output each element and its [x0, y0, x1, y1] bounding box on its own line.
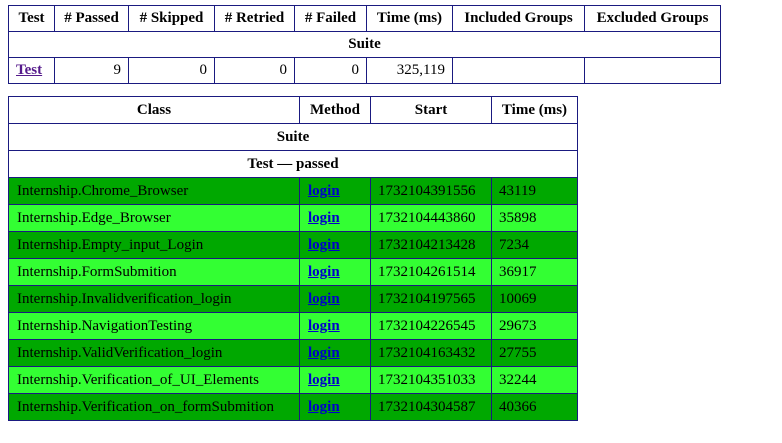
methods-suite-label: Suite — [8, 123, 578, 151]
method-link[interactable]: login — [308, 399, 340, 415]
start-cell: 1732104304587 — [370, 393, 492, 421]
start-cell: 1732104213428 — [370, 231, 492, 259]
time-cell: 36917 — [491, 258, 578, 286]
header-method: Method — [299, 96, 371, 124]
skipped-count: 0 — [128, 57, 215, 84]
method-link[interactable]: login — [308, 237, 340, 253]
start-cell: 1732104163432 — [370, 339, 492, 367]
method-cell: login — [299, 366, 371, 394]
method-cell: login — [299, 339, 371, 367]
method-cell: login — [299, 258, 371, 286]
header-skipped: # Skipped — [128, 5, 215, 32]
time-cell: 7234 — [491, 231, 578, 259]
method-link[interactable]: login — [308, 291, 340, 307]
time-cell: 10069 — [491, 285, 578, 313]
table-row: Internship.Chrome_Browser login 1732104391… — [8, 177, 578, 205]
method-link[interactable]: login — [308, 183, 340, 199]
class-cell: Internship.Edge_Browser — [8, 204, 300, 232]
methods-test-row: Test — passed — [8, 150, 578, 178]
header-excluded-groups: Excluded Groups — [584, 5, 721, 32]
header-class: Class — [8, 96, 300, 124]
methods-suite-row: Suite — [8, 123, 578, 151]
method-cell: login — [299, 393, 371, 421]
header-time: Time (ms) — [366, 5, 453, 32]
method-cell: login — [299, 285, 371, 313]
retried-count: 0 — [214, 57, 295, 84]
class-cell: Internship.Invalidverification_login — [8, 285, 300, 313]
table-row: Internship.Verification_of_UI_Elements lo… — [8, 366, 578, 394]
summary-data-row: Test 9 0 0 0 325,119 — [8, 57, 721, 84]
method-link[interactable]: login — [308, 318, 340, 334]
method-cell: login — [299, 231, 371, 259]
class-cell: Internship.NavigationTesting — [8, 312, 300, 340]
time-cell: 29673 — [491, 312, 578, 340]
class-cell: Internship.ValidVerification_login — [8, 339, 300, 367]
header-method-time: Time (ms) — [491, 96, 578, 124]
method-cell: login — [299, 177, 371, 205]
time-cell: 43119 — [491, 177, 578, 205]
time-cell: 40366 — [491, 393, 578, 421]
start-cell: 1732104351033 — [370, 366, 492, 394]
test-link[interactable]: Test — [16, 62, 42, 78]
header-included-groups: Included Groups — [452, 5, 585, 32]
method-cell: login — [299, 312, 371, 340]
class-cell: Internship.Chrome_Browser — [8, 177, 300, 205]
header-start: Start — [370, 96, 492, 124]
method-link[interactable]: login — [308, 345, 340, 361]
total-time: 325,119 — [366, 57, 453, 84]
time-cell: 27755 — [491, 339, 578, 367]
time-cell: 35898 — [491, 204, 578, 232]
header-test: Test — [8, 5, 55, 32]
method-cell: login — [299, 204, 371, 232]
time-cell: 32244 — [491, 366, 578, 394]
table-row: Internship.Edge_Browser login 173210444386… — [8, 204, 578, 232]
table-row: Internship.Empty_input_Login login 1732104… — [8, 231, 578, 259]
start-cell: 1732104443860 — [370, 204, 492, 232]
summary-header-row: Test # Passed # Skipped # Retried # Fail… — [8, 5, 721, 32]
table-row: Internship.NavigationTesting login 1732104… — [8, 312, 578, 340]
class-cell: Internship.Verification_on_formSubmition — [8, 393, 300, 421]
methods-header-row: Class Method Start Time (ms) — [8, 96, 578, 124]
suite-label: Suite — [8, 31, 721, 58]
table-row: Internship.Invalidverification_login logi… — [8, 285, 578, 313]
method-link[interactable]: login — [308, 264, 340, 280]
method-link[interactable]: login — [308, 210, 340, 226]
summary-table: Test # Passed # Skipped # Retried # Fail… — [8, 5, 721, 84]
table-row: Internship.Verification_on_formSubmition… — [8, 393, 578, 421]
table-row: Internship.FormSubmition login 17321042615… — [8, 258, 578, 286]
failed-count: 0 — [294, 57, 367, 84]
summary-suite-row: Suite — [8, 31, 721, 58]
class-cell: Internship.FormSubmition — [8, 258, 300, 286]
test-status-label: Test — passed — [8, 150, 578, 178]
excluded-groups — [584, 57, 721, 84]
start-cell: 1732104261514 — [370, 258, 492, 286]
start-cell: 1732104197565 — [370, 285, 492, 313]
method-link[interactable]: login — [308, 372, 340, 388]
class-cell: Internship.Verification_of_UI_Elements — [8, 366, 300, 394]
included-groups — [452, 57, 585, 84]
summary-test-cell: Test — [8, 57, 55, 84]
header-retried: # Retried — [214, 5, 295, 32]
header-passed: # Passed — [54, 5, 129, 32]
class-cell: Internship.Empty_input_Login — [8, 231, 300, 259]
table-row: Internship.ValidVerification_login login 1… — [8, 339, 578, 367]
passed-count: 9 — [54, 57, 129, 84]
start-cell: 1732104226545 — [370, 312, 492, 340]
start-cell: 1732104391556 — [370, 177, 492, 205]
header-failed: # Failed — [294, 5, 367, 32]
methods-table: Class Method Start Time (ms) Suite Test … — [8, 96, 578, 421]
